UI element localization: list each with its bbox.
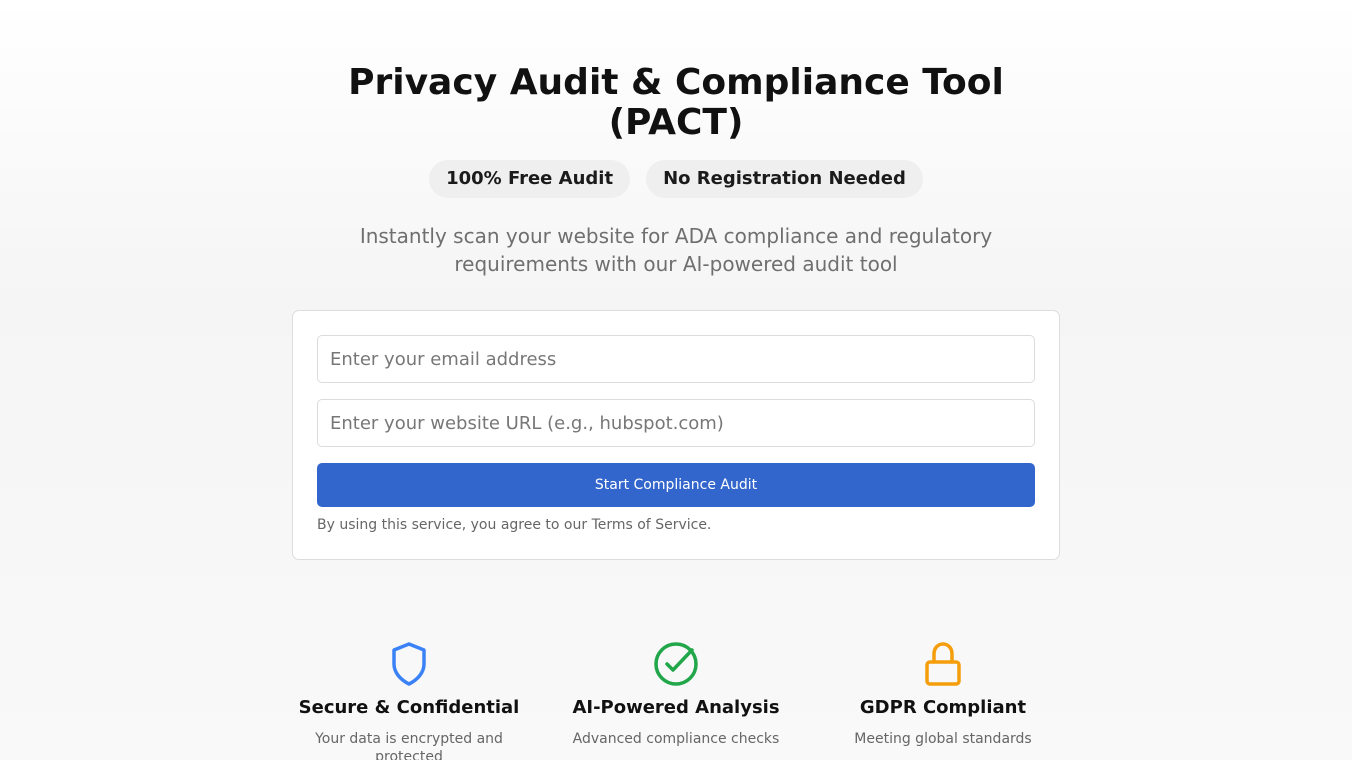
no-registration-badge: No Registration Needed bbox=[646, 160, 923, 198]
start-audit-button[interactable]: Start Compliance Audit bbox=[317, 463, 1035, 507]
feature-ai: AI-Powered Analysis Advanced compliance … bbox=[556, 640, 796, 748]
shield-icon bbox=[392, 642, 426, 686]
landing-page: Privacy Audit & Compliance Tool (PACT) 1… bbox=[0, 0, 1352, 760]
feature-title: Secure & Confidential bbox=[298, 697, 520, 718]
feature-description: Advanced compliance checks bbox=[572, 731, 780, 747]
feature-title: GDPR Compliant bbox=[859, 697, 1027, 718]
page-title: Privacy Audit & Compliance Tool (PACT) bbox=[0, 63, 1352, 143]
lock-icon bbox=[925, 642, 961, 686]
feature-secure: Secure & Confidential Your data is encry… bbox=[289, 640, 529, 760]
page-title-line1: Privacy Audit & Compliance Tool bbox=[348, 62, 1004, 103]
audit-form-card: Start Compliance Audit By using this ser… bbox=[292, 310, 1060, 560]
feature-description: Your data is encrypted and protected bbox=[315, 731, 503, 760]
feature-description: Meeting global standards bbox=[854, 731, 1032, 747]
website-url-input[interactable] bbox=[317, 399, 1035, 447]
email-input[interactable] bbox=[317, 335, 1035, 383]
feature-gdpr: GDPR Compliant Meeting global standards bbox=[823, 640, 1063, 748]
badge-row: 100% Free Audit No Registration Needed bbox=[0, 160, 1352, 198]
page-title-line2: (PACT) bbox=[608, 102, 744, 143]
check-circle-icon bbox=[654, 642, 698, 686]
terms-notice: By using this service, you agree to our … bbox=[317, 517, 712, 533]
page-subtitle: Instantly scan your website for ADA comp… bbox=[359, 224, 993, 276]
free-audit-badge: 100% Free Audit bbox=[429, 160, 631, 198]
feature-title: AI-Powered Analysis bbox=[572, 697, 780, 718]
